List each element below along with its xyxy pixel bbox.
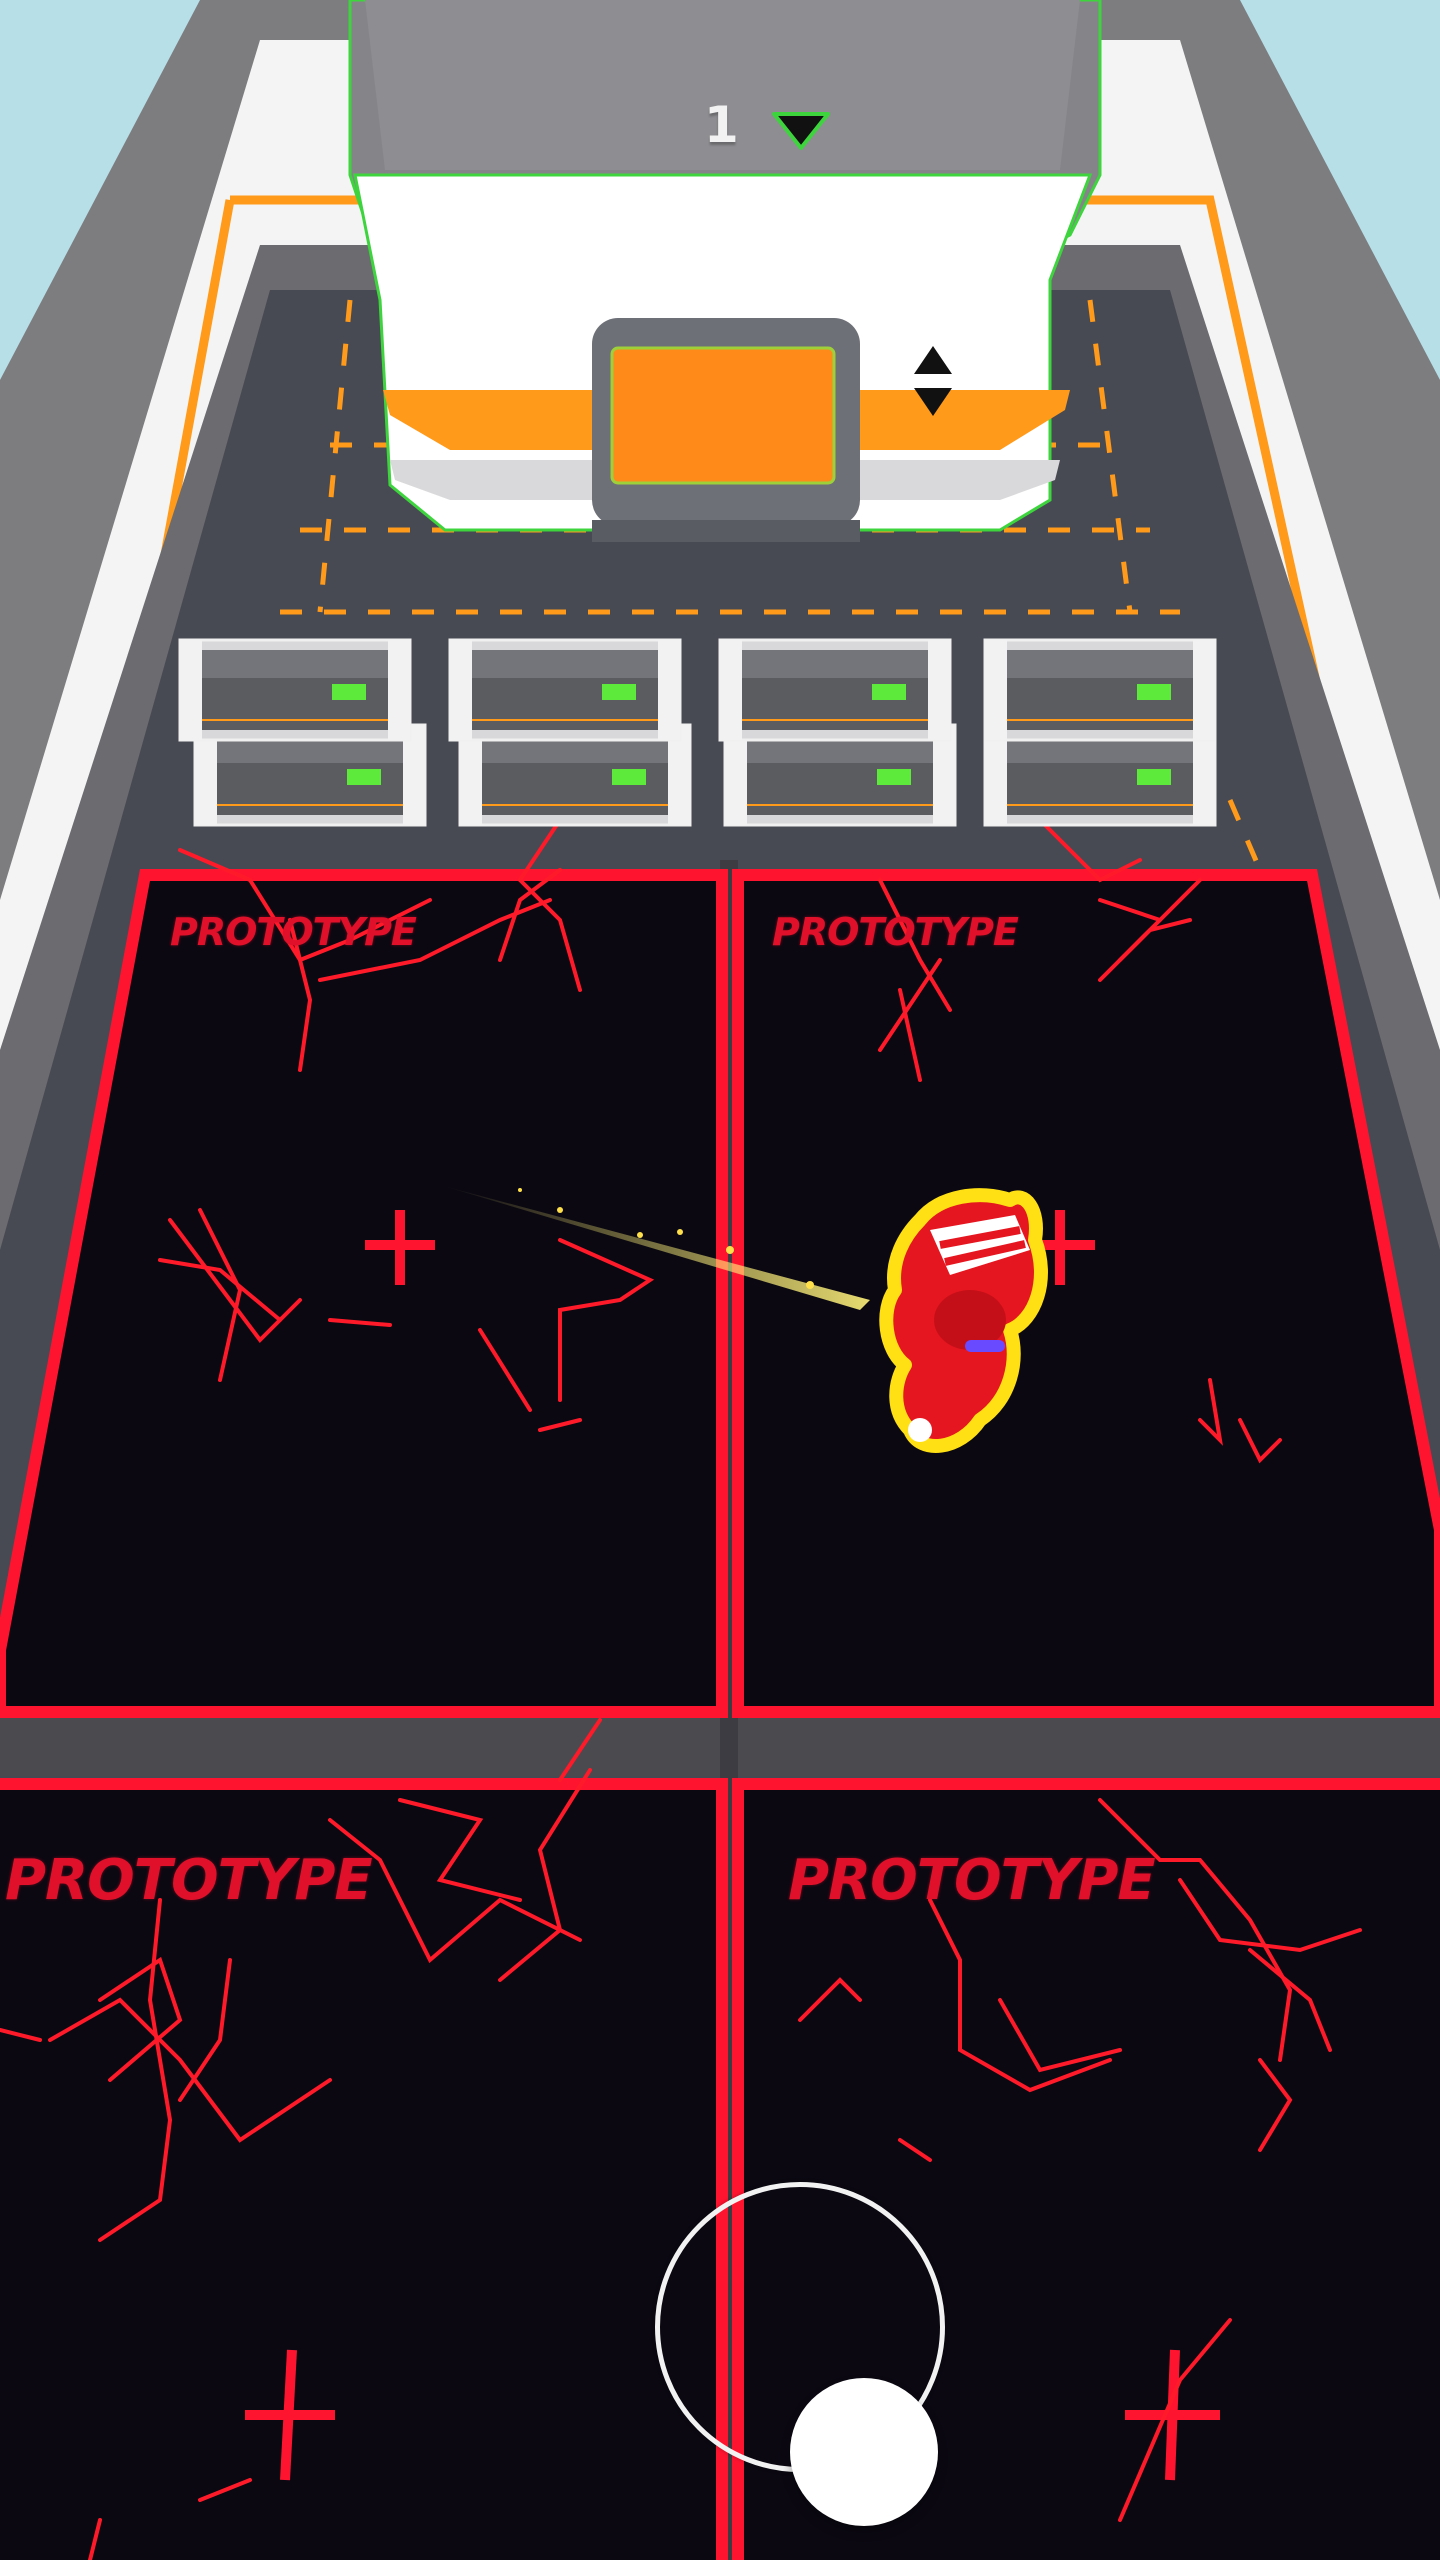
player-character[interactable] [860, 1180, 1060, 1460]
motion-trail [440, 1185, 870, 1310]
game-scene: 1 PROTOTYPE PROTOTYPE PROTOTYPE PROTOTYP… [0, 0, 1440, 2560]
joystick-knob[interactable] [790, 2378, 938, 2526]
